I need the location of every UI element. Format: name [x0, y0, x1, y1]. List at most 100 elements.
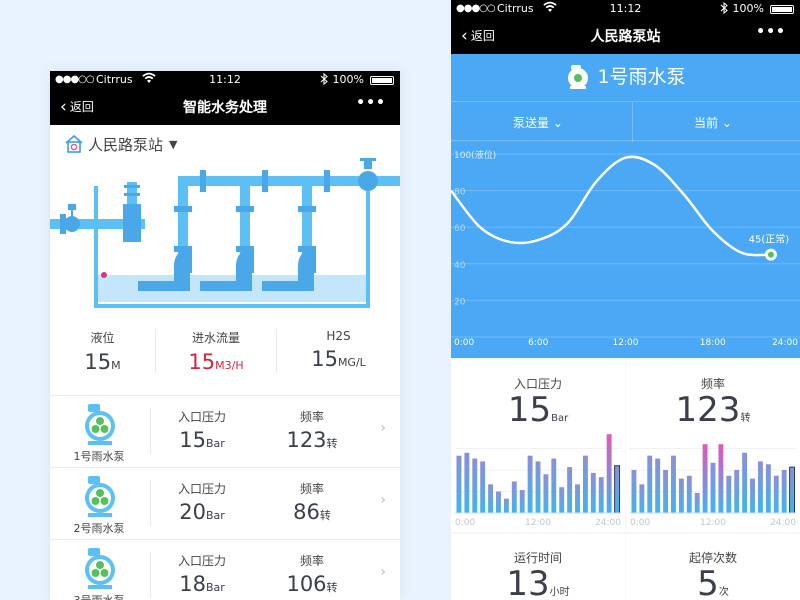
bar [631, 470, 637, 513]
chevron-right-icon: › [380, 420, 386, 436]
bar [765, 464, 771, 513]
pump-title-label: 1号雨水泵 [597, 66, 686, 88]
bar [527, 455, 533, 513]
bar [702, 444, 708, 513]
bar [559, 487, 565, 513]
bar [678, 478, 684, 513]
x-tick-label: 6:00 [528, 338, 548, 348]
x-tick-label: 0:00 [630, 518, 650, 528]
pressure-cell: 入口压力 18Bar [177, 554, 226, 596]
series-line [451, 155, 771, 257]
x-tick-label: 12:00 [525, 518, 551, 528]
bar [663, 470, 669, 513]
card-runtime[interactable]: 运行时间 13小时 [451, 534, 625, 600]
x-tick-label: 12:00 [613, 338, 639, 348]
divider [150, 408, 151, 454]
pipeline-diagram [50, 158, 400, 308]
metric-level: 液位 15M [50, 329, 155, 374]
y-tick-label: 40 [454, 261, 466, 271]
battery-percent: 100% [732, 2, 764, 15]
station-icon [65, 134, 83, 153]
bar [781, 470, 787, 513]
card-start-stop[interactable]: 起停次数 5次 [626, 534, 800, 600]
chevron-down-icon: ▼ [169, 137, 178, 151]
battery-icon [370, 76, 394, 85]
pump-name: 1号雨水泵 [73, 450, 125, 463]
bar [535, 461, 541, 513]
metric-h2s: H2S 15MG/L [277, 329, 400, 371]
bar [464, 452, 470, 513]
chevron-right-icon: › [380, 492, 386, 508]
phone-right: ●●●○○ Citrrus 11:12 100% ‹ 返回 人民路泵站 ••• … [451, 0, 800, 600]
bar [773, 475, 779, 513]
pump-row[interactable]: 2号雨水泵 入口压力 20Bar 频率 86转 › [50, 467, 400, 539]
frequency-cell: 频率 86转 [293, 482, 331, 524]
pump-name: 3号雨水泵 [64, 592, 134, 600]
pump-row[interactable]: 3号雨水泵 入口压力18Bar 频率106转 › [50, 539, 400, 600]
y-tick-label: 60 [454, 224, 466, 234]
bar [742, 452, 748, 513]
battery-percent: 100% [332, 73, 364, 86]
x-tick-label: 24:00 [770, 518, 796, 528]
card-value: 123转 [675, 390, 751, 430]
bar [511, 481, 517, 513]
chevron-right-icon: › [380, 564, 386, 580]
station-name: 人民路泵站 [88, 135, 164, 154]
pressure-bar-chart: 0:00 12:00 24:00 [455, 434, 621, 528]
bar [551, 458, 557, 513]
metric-label: H2S [326, 329, 351, 343]
bar [480, 461, 486, 513]
divider [150, 552, 151, 598]
nav-bar: ‹ 返回 智能水务处理 ••• [50, 89, 400, 125]
bar [614, 465, 620, 514]
card-inlet-pressure[interactable]: 入口压力 15Bar 0:00 12:00 24:00 [451, 360, 625, 532]
phone-left: ●●●○○ Citrrus 11:12 100% ‹ 返回 智能水务处理 •••… [50, 71, 400, 600]
bar [606, 434, 612, 513]
divider [150, 480, 151, 526]
bluetooth-icon [720, 1, 728, 17]
metric-dropdown[interactable]: 泵送量 ⌄ [451, 114, 625, 131]
metric-inflow: 进水流量 15M3/H [156, 329, 276, 374]
current-point-dot [767, 251, 774, 258]
pressure-cell: 入口压力 15Bar [177, 410, 226, 452]
bar [694, 492, 700, 513]
bar [519, 490, 525, 513]
metric-value: 15M [84, 350, 121, 374]
pump-icon [85, 404, 115, 445]
bar [472, 458, 478, 513]
status-bar: ●●●○○ Citrrus 11:12 100% [451, 0, 800, 18]
page-title: 智能水务处理 [183, 100, 267, 116]
bar [757, 461, 763, 513]
metric-label: 进水流量 [191, 331, 240, 345]
status-bar: ●●●○○ Citrrus 11:12 100% [50, 71, 400, 89]
nav-bar: ‹ 返回 人民路泵站 ••• [451, 18, 800, 54]
more-button[interactable]: ••• [756, 24, 786, 40]
pump-row[interactable]: 1号雨水泵 入口压力 15Bar 频率 123转 › [50, 395, 400, 467]
frequency-bar-chart: 0:00 12:00 24:00 [630, 444, 796, 528]
chevron-down-icon: ⌄ [552, 116, 563, 130]
bar [718, 444, 724, 513]
bar [726, 475, 732, 513]
pump-icon [85, 476, 115, 517]
bar [567, 467, 573, 513]
card-frequency[interactable]: 频率 123转 0:00 12:00 24:00 [626, 360, 800, 532]
x-tick-label: 0:00 [455, 518, 475, 528]
selector-bar: 泵送量 ⌄ 当前 ⌄ [451, 101, 800, 142]
bar [647, 455, 653, 513]
bar [655, 458, 661, 513]
battery-icon [770, 5, 794, 14]
time-dropdown[interactable]: 当前 ⌄ [626, 114, 800, 131]
frequency-cell: 频率 123转 [286, 410, 338, 452]
card-value: 13小时 [506, 564, 570, 600]
bar [456, 455, 462, 513]
pressure-cell: 入口压力 20Bar [177, 482, 226, 524]
bar [750, 478, 755, 513]
bar [671, 455, 676, 513]
bar [734, 470, 740, 513]
x-tick-label: 18:00 [700, 338, 726, 348]
bar [639, 484, 645, 513]
metric-label: 液位 [90, 331, 115, 345]
more-button[interactable]: ••• [356, 95, 386, 111]
x-tick-label: 12:00 [700, 518, 726, 528]
card-value: 15Bar [507, 390, 569, 430]
